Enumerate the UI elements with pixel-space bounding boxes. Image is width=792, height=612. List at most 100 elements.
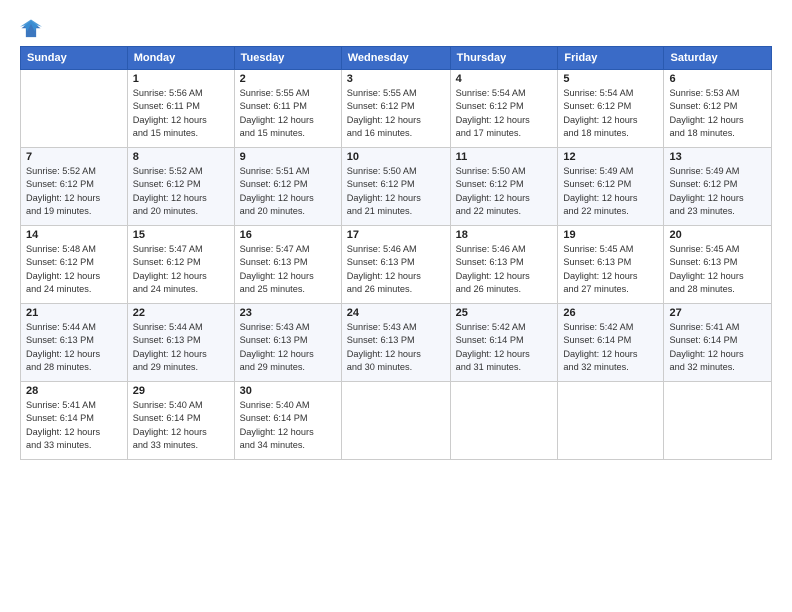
- calendar-cell: 15Sunrise: 5:47 AM Sunset: 6:12 PM Dayli…: [127, 226, 234, 304]
- day-info: Sunrise: 5:44 AM Sunset: 6:13 PM Dayligh…: [26, 321, 122, 374]
- day-number: 8: [133, 151, 229, 163]
- header-tuesday: Tuesday: [234, 47, 341, 70]
- day-number: 27: [669, 307, 766, 319]
- calendar-cell: 4Sunrise: 5:54 AM Sunset: 6:12 PM Daylig…: [450, 70, 558, 148]
- day-number: 18: [456, 229, 553, 241]
- calendar-cell: [21, 70, 128, 148]
- day-number: 13: [669, 151, 766, 163]
- calendar-cell: 24 Sunrise: 5:43 AM Sunset: 6:13 PM Dayli…: [341, 304, 450, 382]
- day-number: 9: [240, 151, 336, 163]
- calendar-cell: 11Sunrise: 5:50 AM Sunset: 6:12 PM Dayli…: [450, 148, 558, 226]
- day-info: Sunrise: 5:56 AM Sunset: 6:11 PM Dayligh…: [133, 87, 229, 140]
- day-info: Sunrise: 5:48 AM Sunset: 6:12 PM Dayligh…: [26, 243, 122, 296]
- day-number: 30: [240, 385, 336, 397]
- day-info: Sunrise: 5:43 AM Sunset: 6:13 PM Dayligh…: [240, 321, 336, 374]
- logo-icon: [20, 18, 42, 40]
- day-info: Sunrise: 5:51 AM Sunset: 6:12 PM Dayligh…: [240, 165, 336, 218]
- day-info: Sunrise: 5:55 AM Sunset: 6:12 PM Dayligh…: [347, 87, 445, 140]
- day-info: Sunrise: 5:45 AM Sunset: 6:13 PM Dayligh…: [563, 243, 658, 296]
- day-number: 4: [456, 73, 553, 85]
- day-info: Sunrise: 5:43 AM Sunset: 6:13 PM Dayligh…: [347, 321, 445, 374]
- header-wednesday: Wednesday: [341, 47, 450, 70]
- day-info: Sunrise: 5:45 AM Sunset: 6:13 PM Dayligh…: [669, 243, 766, 296]
- calendar-cell: 22 Sunrise: 5:44 AM Sunset: 6:13 PM Dayli…: [127, 304, 234, 382]
- day-info: Sunrise: 5:41 AM Sunset: 6:14 PM Dayligh…: [26, 399, 122, 452]
- day-info: Sunrise: 5:50 AM Sunset: 6:12 PM Dayligh…: [347, 165, 445, 218]
- calendar-cell: [341, 382, 450, 460]
- day-info: Sunrise: 5:49 AM Sunset: 6:12 PM Dayligh…: [563, 165, 658, 218]
- calendar-cell: 3Sunrise: 5:55 AM Sunset: 6:12 PM Daylig…: [341, 70, 450, 148]
- day-number: 12: [563, 151, 658, 163]
- day-info: Sunrise: 5:55 AM Sunset: 6:11 PM Dayligh…: [240, 87, 336, 140]
- day-number: 6: [669, 73, 766, 85]
- calendar-cell: 5 Sunrise: 5:54 AM Sunset: 6:12 PM Daylig…: [558, 70, 664, 148]
- calendar-cell: 19 Sunrise: 5:45 AM Sunset: 6:13 PM Dayli…: [558, 226, 664, 304]
- calendar-cell: 8 Sunrise: 5:52 AM Sunset: 6:12 PM Daylig…: [127, 148, 234, 226]
- day-info: Sunrise: 5:44 AM Sunset: 6:13 PM Dayligh…: [133, 321, 229, 374]
- calendar-cell: 14 Sunrise: 5:48 AM Sunset: 6:12 PM Dayli…: [21, 226, 128, 304]
- day-number: 22: [133, 307, 229, 319]
- header: [20, 18, 772, 40]
- day-number: 29: [133, 385, 229, 397]
- calendar-cell: [664, 382, 772, 460]
- day-info: Sunrise: 5:52 AM Sunset: 6:12 PM Dayligh…: [133, 165, 229, 218]
- day-info: Sunrise: 5:47 AM Sunset: 6:13 PM Dayligh…: [240, 243, 336, 296]
- day-info: Sunrise: 5:46 AM Sunset: 6:13 PM Dayligh…: [456, 243, 553, 296]
- day-number: 1: [133, 73, 229, 85]
- calendar-cell: 6 Sunrise: 5:53 AM Sunset: 6:12 PM Daylig…: [664, 70, 772, 148]
- day-number: 16: [240, 229, 336, 241]
- day-info: Sunrise: 5:42 AM Sunset: 6:14 PM Dayligh…: [456, 321, 553, 374]
- header-thursday: Thursday: [450, 47, 558, 70]
- calendar-cell: 16 Sunrise: 5:47 AM Sunset: 6:13 PM Dayli…: [234, 226, 341, 304]
- day-number: 26: [563, 307, 658, 319]
- day-number: 7: [26, 151, 122, 163]
- calendar-cell: 26 Sunrise: 5:42 AM Sunset: 6:14 PM Dayli…: [558, 304, 664, 382]
- day-number: 2: [240, 73, 336, 85]
- day-number: 17: [347, 229, 445, 241]
- calendar-header-row: SundayMondayTuesdayWednesdayThursdayFrid…: [21, 47, 772, 70]
- day-number: 5: [563, 73, 658, 85]
- day-info: Sunrise: 5:46 AM Sunset: 6:13 PM Dayligh…: [347, 243, 445, 296]
- week-row-4: 21 Sunrise: 5:44 AM Sunset: 6:13 PM Dayli…: [21, 304, 772, 382]
- header-saturday: Saturday: [664, 47, 772, 70]
- calendar-cell: 27 Sunrise: 5:41 AM Sunset: 6:14 PM Dayli…: [664, 304, 772, 382]
- calendar-cell: 10 Sunrise: 5:50 AM Sunset: 6:12 PM Dayli…: [341, 148, 450, 226]
- logo: [20, 18, 46, 40]
- day-info: Sunrise: 5:49 AM Sunset: 6:12 PM Dayligh…: [669, 165, 766, 218]
- day-number: 20: [669, 229, 766, 241]
- day-number: 10: [347, 151, 445, 163]
- calendar-cell: 20 Sunrise: 5:45 AM Sunset: 6:13 PM Dayli…: [664, 226, 772, 304]
- week-row-3: 14 Sunrise: 5:48 AM Sunset: 6:12 PM Dayli…: [21, 226, 772, 304]
- calendar-cell: [450, 382, 558, 460]
- page: SundayMondayTuesdayWednesdayThursdayFrid…: [0, 0, 792, 612]
- day-number: 28: [26, 385, 122, 397]
- calendar-cell: 2 Sunrise: 5:55 AM Sunset: 6:11 PM Daylig…: [234, 70, 341, 148]
- day-number: 21: [26, 307, 122, 319]
- calendar-cell: 1 Sunrise: 5:56 AM Sunset: 6:11 PM Daylig…: [127, 70, 234, 148]
- day-number: 23: [240, 307, 336, 319]
- day-number: 25: [456, 307, 553, 319]
- calendar-cell: 13 Sunrise: 5:49 AM Sunset: 6:12 PM Dayli…: [664, 148, 772, 226]
- calendar-cell: 9 Sunrise: 5:51 AM Sunset: 6:12 PM Daylig…: [234, 148, 341, 226]
- day-number: 24: [347, 307, 445, 319]
- day-info: Sunrise: 5:54 AM Sunset: 6:12 PM Dayligh…: [563, 87, 658, 140]
- day-number: 15: [133, 229, 229, 241]
- day-info: Sunrise: 5:53 AM Sunset: 6:12 PM Dayligh…: [669, 87, 766, 140]
- week-row-2: 7 Sunrise: 5:52 AM Sunset: 6:12 PM Daylig…: [21, 148, 772, 226]
- calendar-cell: 29 Sunrise: 5:40 AM Sunset: 6:14 PM Dayli…: [127, 382, 234, 460]
- calendar-cell: 12 Sunrise: 5:49 AM Sunset: 6:12 PM Dayli…: [558, 148, 664, 226]
- calendar-cell: 21 Sunrise: 5:44 AM Sunset: 6:13 PM Dayli…: [21, 304, 128, 382]
- day-info: Sunrise: 5:41 AM Sunset: 6:14 PM Dayligh…: [669, 321, 766, 374]
- calendar-cell: 28 Sunrise: 5:41 AM Sunset: 6:14 PM Dayli…: [21, 382, 128, 460]
- calendar-cell: 18 Sunrise: 5:46 AM Sunset: 6:13 PM Dayli…: [450, 226, 558, 304]
- day-info: Sunrise: 5:40 AM Sunset: 6:14 PM Dayligh…: [133, 399, 229, 452]
- day-number: 19: [563, 229, 658, 241]
- day-info: Sunrise: 5:42 AM Sunset: 6:14 PM Dayligh…: [563, 321, 658, 374]
- header-sunday: Sunday: [21, 47, 128, 70]
- calendar-cell: [558, 382, 664, 460]
- day-number: 14: [26, 229, 122, 241]
- calendar-cell: 17 Sunrise: 5:46 AM Sunset: 6:13 PM Dayli…: [341, 226, 450, 304]
- calendar-table: SundayMondayTuesdayWednesdayThursdayFrid…: [20, 46, 772, 460]
- header-monday: Monday: [127, 47, 234, 70]
- week-row-5: 28 Sunrise: 5:41 AM Sunset: 6:14 PM Dayli…: [21, 382, 772, 460]
